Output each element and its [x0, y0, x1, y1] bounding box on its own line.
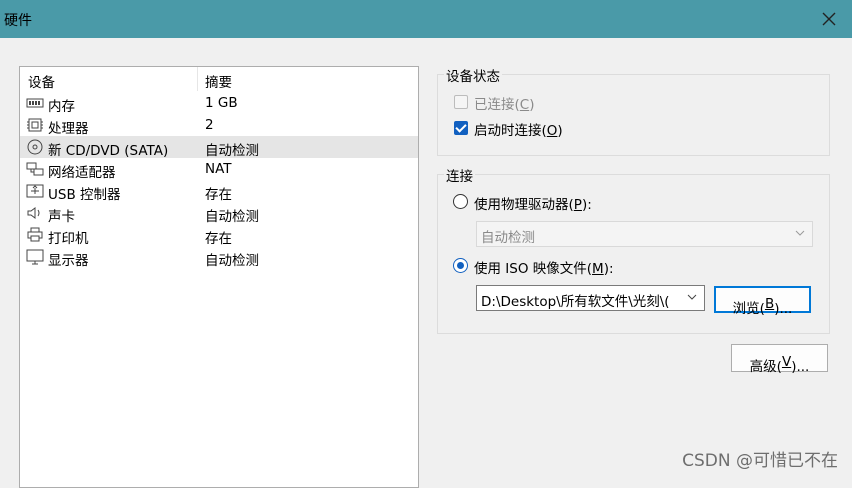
device-summary: 自动检测: [205, 143, 259, 159]
iso-image-radio[interactable]: [453, 258, 468, 273]
connect-at-power-on-checkbox[interactable]: [454, 121, 468, 135]
physical-drive-dropdown[interactable]: 自动检测: [476, 221, 813, 247]
iso-path-value: D:\Desktop\所有软文件\光刻\(: [481, 294, 670, 310]
memory-icon: [26, 95, 44, 111]
device-name: 打印机: [48, 231, 89, 247]
device-row-processor[interactable]: 处理器 2: [20, 114, 418, 137]
window-title: 硬件: [4, 13, 32, 29]
title-bar: 硬件: [0, 0, 852, 38]
browse-button-label: 浏览(B)...: [732, 296, 793, 317]
device-name: 新 CD/DVD (SATA): [48, 143, 169, 159]
browse-button[interactable]: 浏览(B)...: [714, 286, 811, 317]
usb-icon: [26, 183, 44, 199]
watermark: CSDN @可惜已不在: [682, 451, 838, 471]
connected-checkbox[interactable]: [454, 95, 468, 109]
device-list[interactable]: 设备 摘要 内存 1 GB 处理器 2 新 CD/DVD (SATA) 自动检测…: [19, 66, 419, 488]
cd-dvd-icon: [26, 139, 44, 155]
device-row-usb[interactable]: USB 控制器 存在: [20, 180, 418, 203]
device-name: 声卡: [48, 209, 75, 225]
chevron-down-icon[interactable]: [686, 291, 698, 303]
device-row-network[interactable]: 网络适配器 NAT: [20, 158, 418, 181]
physical-drive-label: 使用物理驱动器(P):: [474, 197, 592, 213]
advanced-button[interactable]: 高级(V)...: [731, 344, 828, 375]
iso-image-label: 使用 ISO 映像文件(M):: [474, 261, 614, 277]
header-device[interactable]: 设备: [28, 71, 55, 91]
device-summary: 存在: [205, 187, 232, 203]
connection-label: 连接: [444, 165, 475, 185]
network-adapter-icon: [26, 161, 44, 177]
device-row-monitor[interactable]: 显示器 自动检测: [20, 246, 418, 269]
header-summary[interactable]: 摘要: [205, 71, 232, 91]
connect-at-power-on-label: 启动时连接(O): [474, 123, 563, 139]
header-divider[interactable]: [197, 67, 198, 91]
device-summary: 自动检测: [205, 209, 259, 225]
close-icon[interactable]: [816, 6, 842, 32]
device-name: 网络适配器: [48, 165, 116, 181]
device-name: 内存: [48, 99, 75, 115]
device-name: 显示器: [48, 253, 89, 269]
monitor-icon: [26, 249, 44, 265]
device-row-cd-dvd[interactable]: 新 CD/DVD (SATA) 自动检测: [20, 136, 418, 159]
device-summary: NAT: [205, 161, 232, 177]
device-status-label: 设备状态: [444, 65, 502, 85]
iso-path-combobox[interactable]: D:\Desktop\所有软文件\光刻\(: [476, 285, 705, 311]
advanced-button-label: 高级(V)...: [749, 354, 810, 375]
connected-label: 已连接(C): [474, 97, 535, 113]
device-summary: 1 GB: [205, 95, 238, 111]
printer-icon: [26, 227, 44, 243]
list-header: 设备 摘要: [20, 67, 418, 91]
device-summary: 自动检测: [205, 253, 259, 269]
device-summary: 2: [205, 117, 214, 133]
physical-drive-radio[interactable]: [453, 194, 468, 209]
chevron-down-icon: [794, 227, 806, 239]
device-summary: 存在: [205, 231, 232, 247]
device-row-memory[interactable]: 内存 1 GB: [20, 92, 418, 115]
device-row-printer[interactable]: 打印机 存在: [20, 224, 418, 247]
physical-drive-dropdown-value: 自动检测: [481, 230, 535, 246]
device-name: 处理器: [48, 121, 89, 137]
processor-icon: [26, 117, 44, 133]
device-status-group: [437, 74, 830, 156]
device-row-sound[interactable]: 声卡 自动检测: [20, 202, 418, 225]
device-name: USB 控制器: [48, 187, 121, 203]
speaker-icon: [26, 205, 44, 221]
